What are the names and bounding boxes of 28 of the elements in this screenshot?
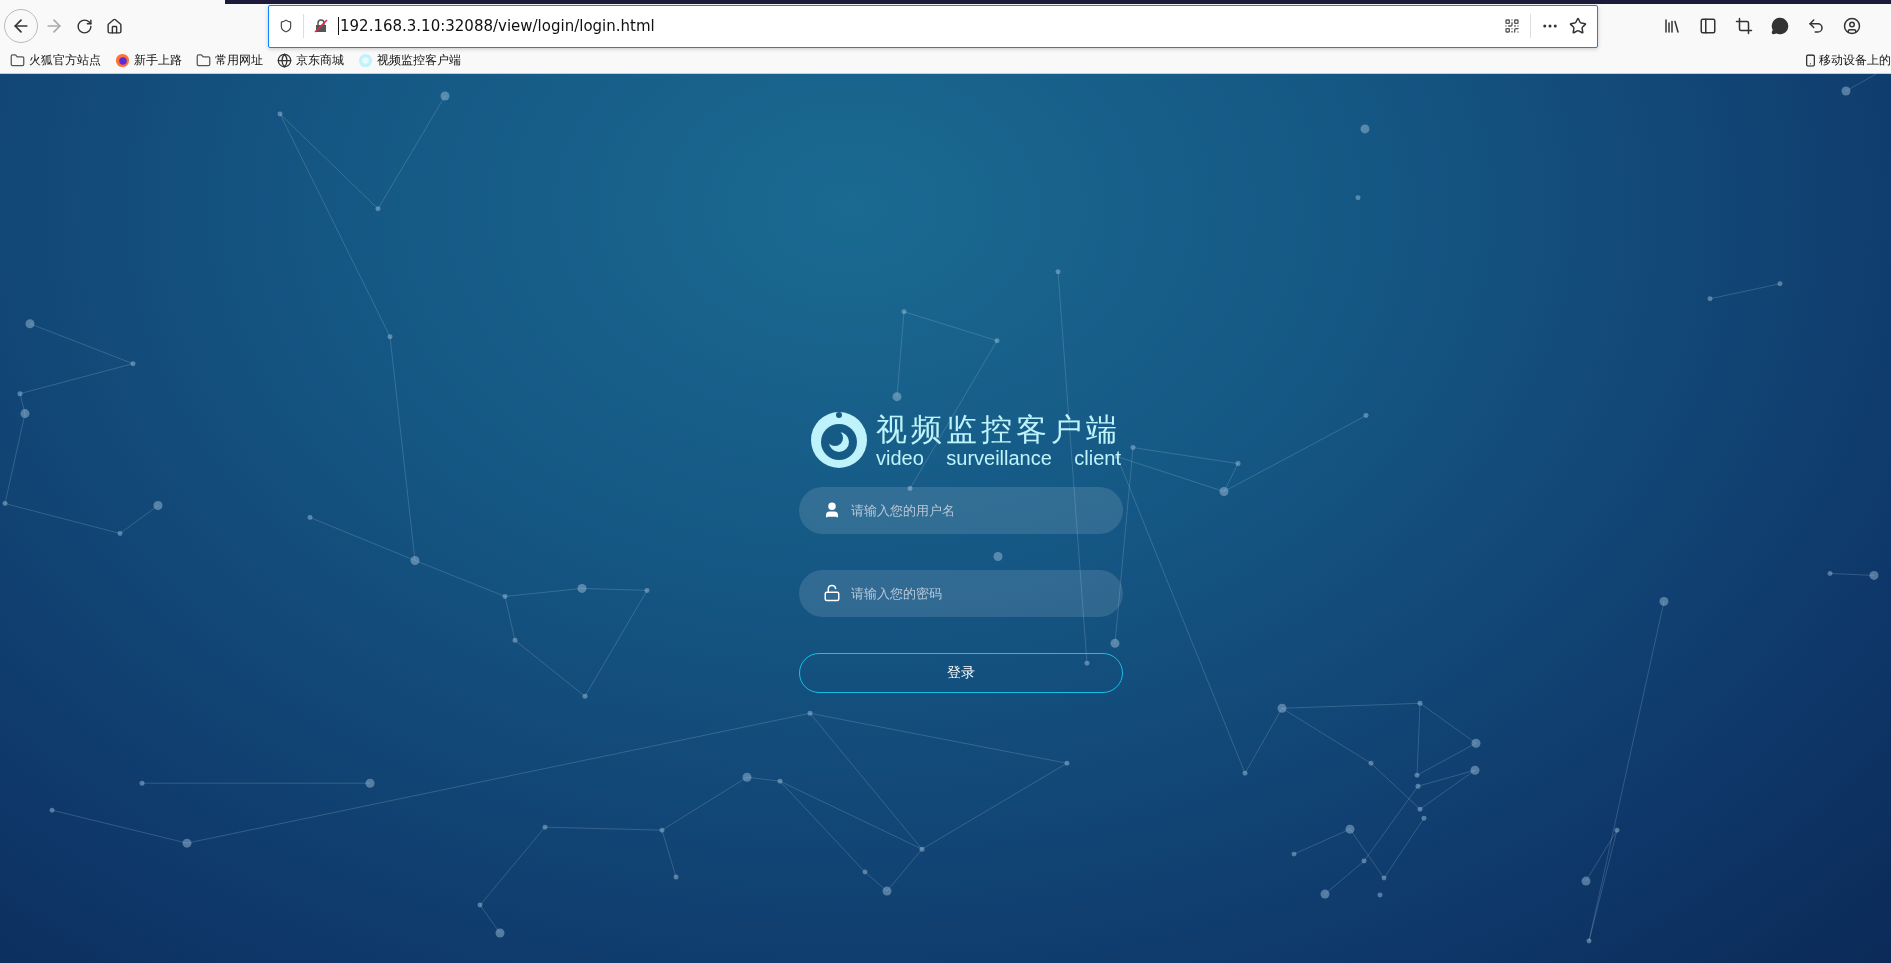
bookmark-item[interactable]: 常用网址 — [196, 52, 263, 69]
crossed-lock-icon[interactable] — [314, 19, 328, 33]
chat-bubble-icon[interactable] — [1771, 17, 1789, 35]
reload-icon — [75, 17, 93, 35]
reply-arrow-icon[interactable] — [1807, 17, 1825, 35]
phone-icon — [1804, 54, 1817, 67]
shield-icon[interactable] — [279, 19, 293, 33]
globe-icon — [277, 53, 292, 68]
unlocked-padlock-icon — [822, 584, 841, 602]
browser-logo-icon — [115, 53, 130, 68]
folder-icon — [10, 53, 25, 68]
library-icon[interactable] — [1663, 17, 1681, 35]
star-icon[interactable] — [1569, 17, 1587, 35]
sidebar-icon[interactable] — [1699, 17, 1717, 35]
bookmark-item[interactable]: 视频监控客户端 — [358, 52, 461, 69]
bookmark-item[interactable]: 京东商城 — [277, 52, 344, 69]
qr-code-icon[interactable] — [1504, 18, 1520, 34]
crop-icon[interactable] — [1735, 17, 1753, 35]
bookmark-label: 移动设备上的 — [1819, 52, 1891, 69]
app-subtitle: video surveillance client — [876, 447, 1121, 469]
address-bar[interactable]: 192.168.3.10:32088/view/login/login.html — [268, 4, 1598, 48]
account-icon[interactable] — [1843, 17, 1861, 35]
app-title: 视频监控客户端 — [876, 411, 1121, 447]
mobile-bookmarks-link[interactable]: 移动设备上的 — [1804, 52, 1891, 69]
home-icon — [105, 17, 123, 35]
bookmark-item[interactable]: 火狐官方站点 — [10, 52, 101, 69]
folder-icon — [196, 53, 211, 68]
bookmark-item[interactable]: 新手上路 — [115, 52, 182, 69]
